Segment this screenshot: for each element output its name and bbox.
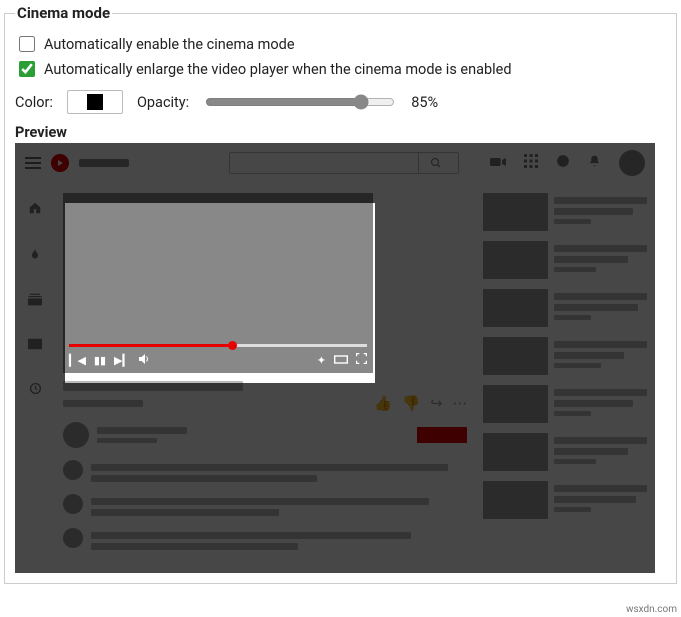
auto-enable-label: Automatically enable the cinema mode: [44, 36, 295, 53]
volume-icon: [139, 354, 151, 367]
progress-bar: [69, 344, 367, 347]
prev-icon: ▎◀: [69, 354, 86, 367]
watermark: wsxdn.com: [626, 604, 677, 615]
mock-channel-row: [63, 422, 467, 448]
like-icon: 👍: [374, 395, 392, 412]
preview-label: Preview: [15, 124, 666, 141]
pause-icon: ▮▮: [94, 354, 106, 367]
history-icon: [29, 382, 42, 399]
home-icon: [28, 201, 42, 219]
search-icon: [418, 153, 452, 173]
mock-video-info: 👍 👎 ↪ ⋯: [63, 381, 467, 554]
color-swatch-inner: [87, 94, 103, 110]
trending-icon: [29, 247, 41, 265]
related-item: [483, 433, 647, 471]
fullscreen-icon: [356, 353, 367, 367]
comment-item: [63, 494, 467, 520]
option-auto-enable[interactable]: Automatically enable the cinema mode: [15, 33, 666, 55]
mock-topbar: [15, 143, 655, 183]
logo-text-skeleton: [79, 159, 129, 167]
settings-icon: ✦: [317, 354, 326, 367]
mock-youtube-page: ▎◀ ▮▮ ▶▎ ✦: [15, 143, 655, 573]
mock-sidebar: [15, 183, 55, 573]
related-item: [483, 193, 647, 231]
mock-body: ▎◀ ▮▮ ▶▎ ✦: [15, 183, 655, 573]
preview-container: ▎◀ ▮▮ ▶▎ ✦: [15, 143, 655, 573]
share-icon: ↪: [430, 395, 442, 412]
subscriptions-icon: [28, 293, 42, 310]
theater-icon: [334, 354, 348, 367]
comment-item: [63, 528, 467, 554]
channel-subs-skeleton: [97, 438, 157, 443]
auto-enlarge-checkbox[interactable]: [19, 61, 35, 77]
channel-name-skeleton: [97, 427, 187, 434]
next-icon: ▶▎: [114, 354, 131, 367]
option-auto-enlarge[interactable]: Automatically enlarge the video player w…: [15, 58, 666, 80]
color-swatch[interactable]: [67, 90, 123, 114]
related-item: [483, 241, 647, 279]
more-icon: ⋯: [453, 395, 468, 412]
player-controls: ▎◀ ▮▮ ▶▎ ✦: [69, 353, 367, 367]
color-label: Color:: [15, 94, 53, 111]
library-icon: [28, 338, 42, 354]
comment-item: [63, 460, 467, 486]
subscribe-button-skeleton: [417, 427, 467, 443]
section-legend: Cinema mode: [15, 4, 112, 22]
topbar-icons: [490, 150, 645, 176]
mock-comments: [63, 460, 467, 554]
bell-icon: [588, 154, 601, 172]
appearance-controls: Color: Opacity: 85%: [15, 90, 666, 114]
cinema-mode-section: Cinema mode Automatically enable the cin…: [4, 4, 677, 584]
opacity-slider[interactable]: [205, 94, 395, 110]
channel-avatar: [63, 422, 89, 448]
mock-search-box: [229, 152, 459, 174]
upload-icon: [490, 155, 506, 172]
related-item: [483, 337, 647, 375]
related-item: [483, 385, 647, 423]
messages-icon: [556, 154, 570, 172]
opacity-value: 85%: [411, 94, 438, 111]
dislike-icon: 👎: [402, 395, 420, 412]
youtube-logo-icon: [51, 154, 69, 172]
avatar-icon: [619, 150, 645, 176]
mock-video-player: ▎◀ ▮▮ ▶▎ ✦: [63, 193, 373, 373]
related-item: [483, 289, 647, 327]
auto-enlarge-label: Automatically enlarge the video player w…: [44, 61, 512, 78]
apps-icon: [524, 154, 538, 172]
title-skeleton: [63, 381, 243, 391]
mock-main: ▎◀ ▮▮ ▶▎ ✦: [55, 183, 475, 573]
auto-enable-checkbox[interactable]: [19, 36, 35, 52]
views-skeleton: [63, 400, 143, 407]
opacity-label: Opacity:: [137, 94, 189, 111]
hamburger-icon: [25, 157, 41, 169]
related-item: [483, 481, 647, 519]
mock-related: [475, 183, 655, 573]
